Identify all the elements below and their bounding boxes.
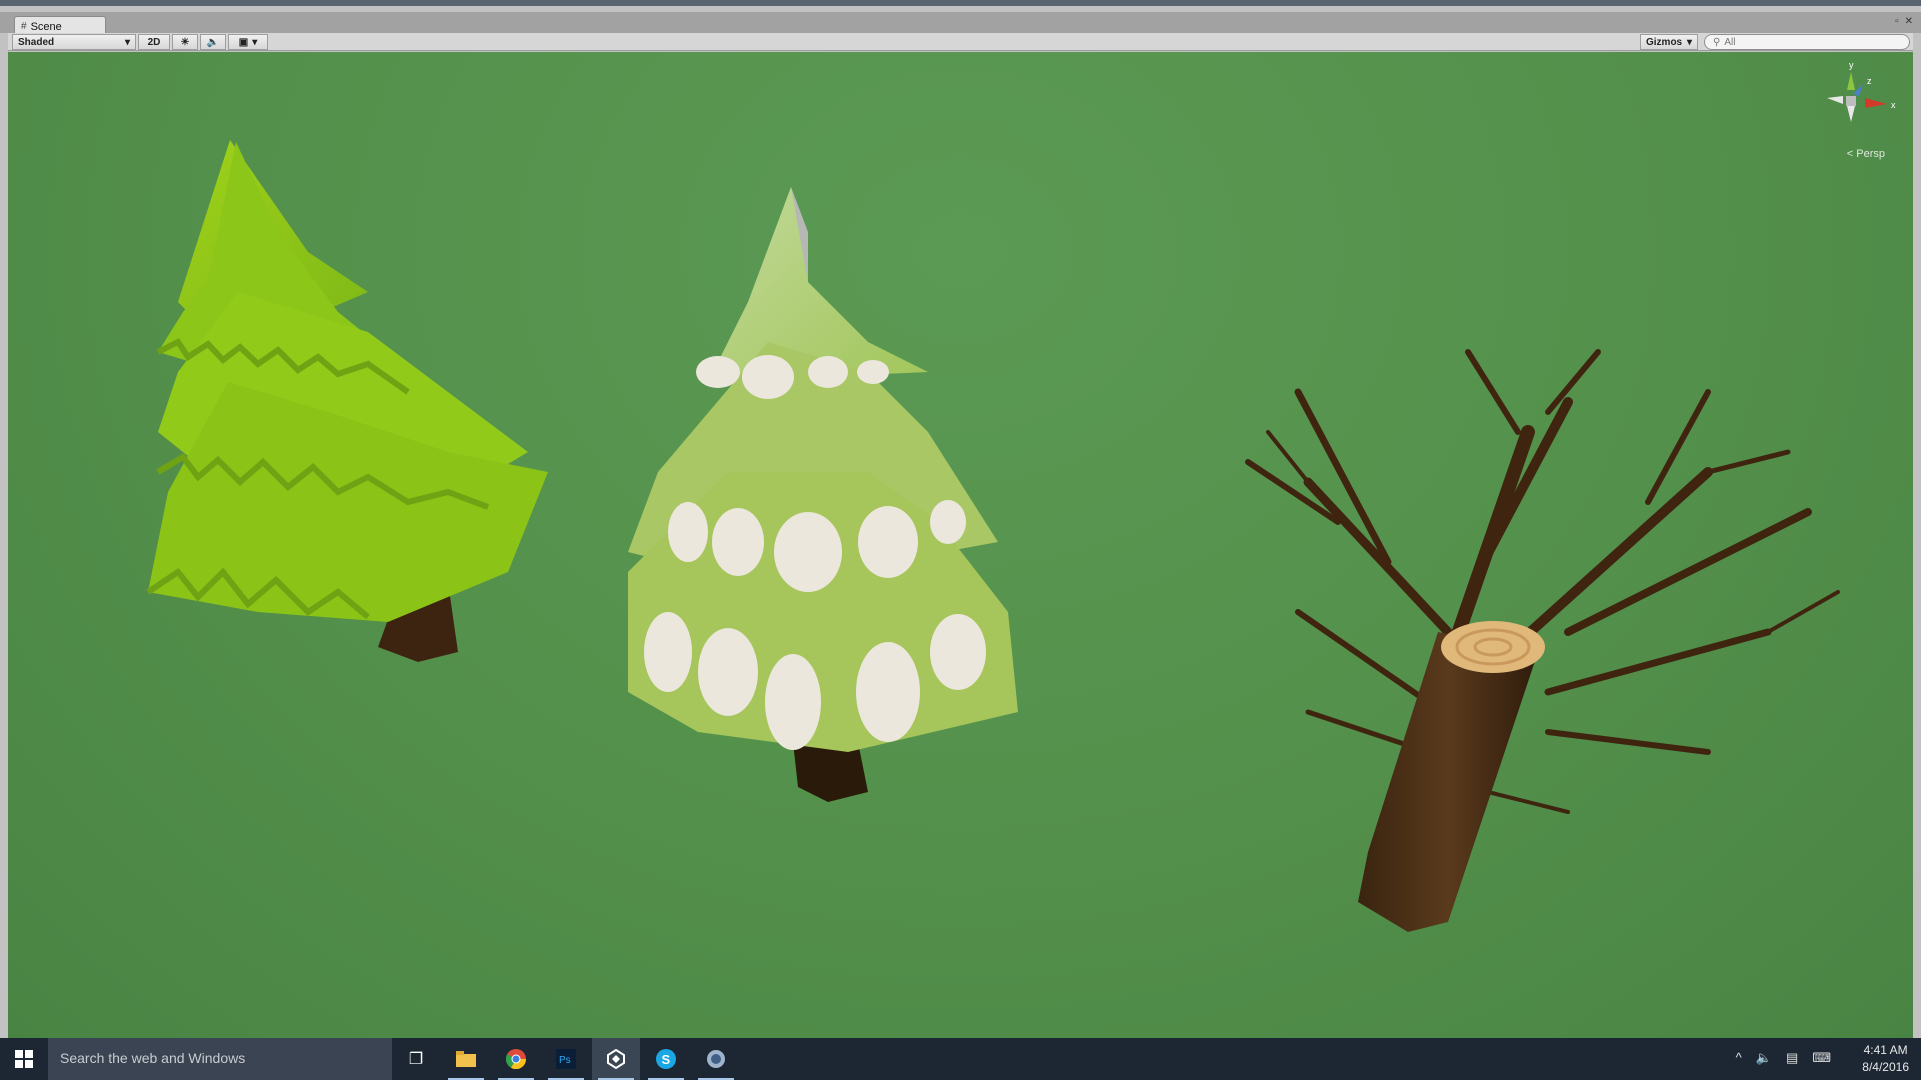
keyboard-icon[interactable]: ⌨ [1812,1050,1831,1066]
clock-time: 4:41 AM [1863,1043,1908,1057]
skype-button[interactable]: S [642,1038,690,1080]
volume-icon[interactable]: 🔈 [1756,1050,1772,1066]
neg-y-axis-cone[interactable] [1847,106,1855,122]
orientation-gizmo[interactable]: y z x [1813,58,1903,158]
chevron-up-icon[interactable]: ^ [1736,1050,1742,1066]
gizmos-label: Gizmos [1646,36,1683,48]
effects-dropdown[interactable]: ▣ ▾ [228,34,268,50]
unity-icon [607,1049,625,1069]
projection-label[interactable]: < Persp [1847,148,1885,160]
lighting-toggle[interactable]: ☀ [172,34,198,50]
search-icon: ⚲ [1713,36,1721,48]
dead-tree-with-log[interactable] [1245,349,1840,814]
shading-mode-label: Shaded [18,36,55,48]
scene-render [146,140,1840,932]
task-view-icon: ❐ [408,1051,424,1068]
search-input[interactable]: ⚲ All [1704,34,1910,50]
file-explorer-button[interactable] [442,1038,490,1080]
monodevelop-button[interactable] [692,1038,740,1080]
chevron-down-icon: ▾ [252,36,258,48]
unity-button[interactable] [592,1038,640,1080]
toggle-2d-label: 2D [147,36,161,48]
chevron-down-icon: ▾ [124,36,130,48]
speaker-icon: 🔈 [206,36,220,48]
chrome-button[interactable] [492,1038,540,1080]
image-icon: ▣ [238,36,249,48]
maximize-icon[interactable]: ▫ [1895,16,1899,27]
clock-date: 8/4/2016 [1862,1060,1909,1074]
tree-log[interactable] [1358,621,1545,932]
taskbar-search-text: Search the web and Windows [60,1050,246,1066]
sun-icon: ☀ [180,36,190,48]
y-axis-cone[interactable] [1847,72,1855,90]
search-placeholder: All [1724,36,1736,48]
tab-scene[interactable]: # Scene [14,16,106,34]
skype-icon: S [656,1049,676,1069]
pine-tree-snowy[interactable] [628,187,1018,802]
task-view-button[interactable]: ❐ [392,1038,440,1080]
window-controls: ▫ ✕ [1895,16,1913,27]
unity-scene-window: # Scene ▫ ✕ Shaded ▾ 2D ☀ 🔈 ▣ ▾ Gizmos ▾ [0,0,1921,1044]
scene-grid-icon: # [21,21,27,32]
chrome-icon [506,1049,526,1069]
monodevelop-icon [707,1050,725,1068]
axis-y-label: y [1849,60,1854,70]
x-axis-cone[interactable] [1865,98,1887,108]
axis-x-label: x [1891,100,1896,110]
scene-viewport[interactable]: y z x < Persp [8,52,1913,1044]
taskbar-clock[interactable]: 4:41 AM 8/4/2016 [1862,1042,1909,1076]
scene-toolbar: Shaded ▾ 2D ☀ 🔈 ▣ ▾ Gizmos ▾ ⚲ All [8,33,1913,51]
folder-icon [456,1051,476,1067]
start-button[interactable] [0,1038,48,1080]
taskbar-search-box[interactable]: Search the web and Windows [48,1038,392,1080]
windows-taskbar: Search the web and Windows ❐ Ps S ^ 🔈 ▤ … [0,1038,1921,1080]
system-tray: ^ 🔈 ▤ ⌨ [1736,1050,1831,1066]
axis-z-label: z [1867,76,1872,86]
shading-mode-dropdown[interactable]: Shaded ▾ [12,34,136,50]
audio-toggle[interactable]: 🔈 [200,34,226,50]
photoshop-icon: Ps [556,1049,576,1069]
toggle-2d-button[interactable]: 2D [138,34,170,50]
gizmos-dropdown[interactable]: Gizmos ▾ [1640,34,1698,50]
pine-tree-green[interactable] [146,140,548,662]
tab-bar: # Scene ▫ ✕ [0,12,1921,34]
gizmo-center-cube[interactable] [1846,96,1856,106]
network-icon[interactable]: ▤ [1786,1050,1798,1066]
windows-logo-icon [15,1050,33,1068]
chevron-down-icon: ▾ [1686,36,1692,48]
svg-text:S: S [662,1052,671,1067]
projection-text: Persp [1856,148,1885,160]
photoshop-button[interactable]: Ps [542,1038,590,1080]
tab-scene-label: Scene [30,20,62,33]
neg-x-axis-cone[interactable] [1827,96,1843,104]
svg-text:Ps: Ps [559,1055,571,1066]
close-icon[interactable]: ✕ [1905,16,1913,27]
